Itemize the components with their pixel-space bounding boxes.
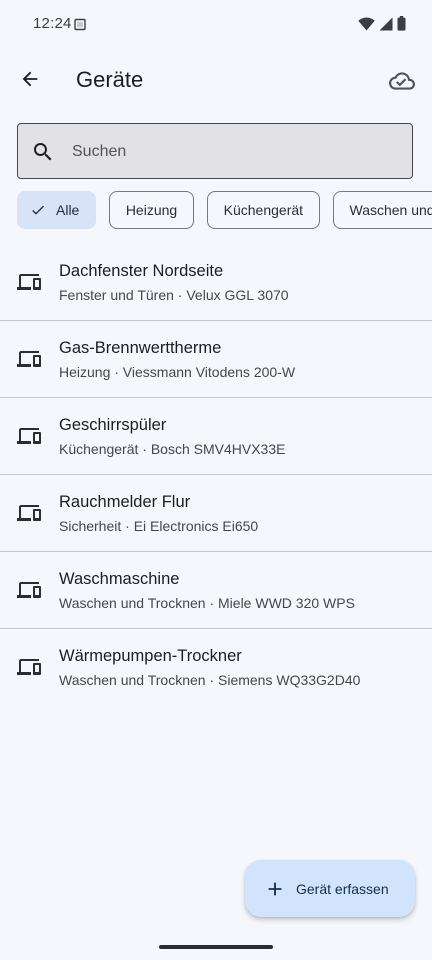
add-device-label: Gerät erfassen — [296, 880, 389, 897]
devices-icon — [17, 659, 41, 675]
search-icon — [34, 143, 52, 161]
device-name: Waschmaschine — [59, 570, 180, 588]
arrow-back-icon — [22, 71, 38, 87]
chip-kuechengeraet[interactable]: Küchengerät — [206, 191, 321, 229]
devices-icon — [17, 351, 41, 367]
device-details: Waschen und Trocknen · Miele WWD 320 WPS — [59, 595, 355, 611]
devices-icon — [17, 582, 41, 598]
add-icon — [268, 882, 282, 895]
device-details: Fenster und Türen · Velux GGL 3070 — [59, 287, 289, 303]
chip-heizung[interactable]: Heizung — [108, 191, 195, 229]
battery-icon — [397, 16, 406, 31]
search-input[interactable] — [70, 124, 402, 180]
chip-label: Heizung — [125, 202, 178, 218]
status-time: 12:24 — [33, 15, 72, 32]
list-item[interactable]: Waschmaschine Waschen und Trocknen · Mie… — [0, 552, 432, 629]
search-box — [17, 123, 413, 180]
check-icon — [32, 205, 44, 215]
devices-icon — [17, 428, 41, 444]
device-details: Sicherheit · Ei Electronics Ei650 — [59, 518, 259, 534]
device-name: Geschirrspüler — [59, 416, 167, 434]
device-name: Dachfenster Nordseite — [59, 262, 224, 280]
wifi-icon — [358, 17, 375, 30]
chip-label: Alle — [56, 202, 80, 218]
cloud-done-icon — [389, 72, 415, 90]
device-list: Dachfenster Nordseite Fenster und Türen … — [0, 244, 432, 705]
device-details: Heizung · Viessmann Vitodens 200-W — [59, 364, 296, 380]
sync-button[interactable] — [382, 61, 422, 101]
filter-chips: Alle Heizung Küchengerät Waschen und Tro… — [17, 191, 432, 231]
gesture-nav-handle[interactable] — [159, 945, 273, 949]
chip-label: Waschen und Trocknen — [349, 202, 432, 218]
page-title: Geräte — [76, 67, 144, 92]
list-item[interactable]: Geschirrspüler Küchengerät · Bosch SMV4H… — [0, 398, 432, 475]
status-bar: 12:24 — [0, 0, 432, 50]
list-item[interactable]: Wärmepumpen-Trockner Waschen und Trockne… — [0, 629, 432, 705]
devices-icon — [17, 274, 41, 290]
add-device-button[interactable]: Gerät erfassen — [245, 860, 415, 917]
list-item[interactable]: Gas-Brennwerttherme Heizung · Viessmann … — [0, 321, 432, 398]
chip-label: Küchengerät — [223, 202, 304, 218]
screenshot-icon — [74, 18, 86, 31]
devices-icon — [17, 505, 41, 521]
device-details: Küchengerät · Bosch SMV4HVX33E — [59, 441, 286, 457]
app-bar: Geräte — [0, 50, 432, 112]
device-name: Gas-Brennwerttherme — [59, 339, 222, 357]
back-button[interactable] — [12, 61, 48, 97]
chip-waschen-und-trocknen[interactable]: Waschen und Trocknen — [332, 191, 432, 229]
device-name: Wärmepumpen-Trockner — [59, 647, 242, 665]
device-details: Waschen und Trocknen · Siemens WQ33G2D40 — [59, 672, 361, 688]
device-name: Rauchmelder Flur — [59, 493, 191, 511]
list-item[interactable]: Rauchmelder Flur Sicherheit · Ei Electro… — [0, 475, 432, 552]
signal-icon — [379, 17, 393, 30]
chip-alle[interactable]: Alle — [17, 191, 97, 229]
status-icons — [358, 16, 406, 31]
list-item[interactable]: Dachfenster Nordseite Fenster und Türen … — [0, 244, 432, 321]
